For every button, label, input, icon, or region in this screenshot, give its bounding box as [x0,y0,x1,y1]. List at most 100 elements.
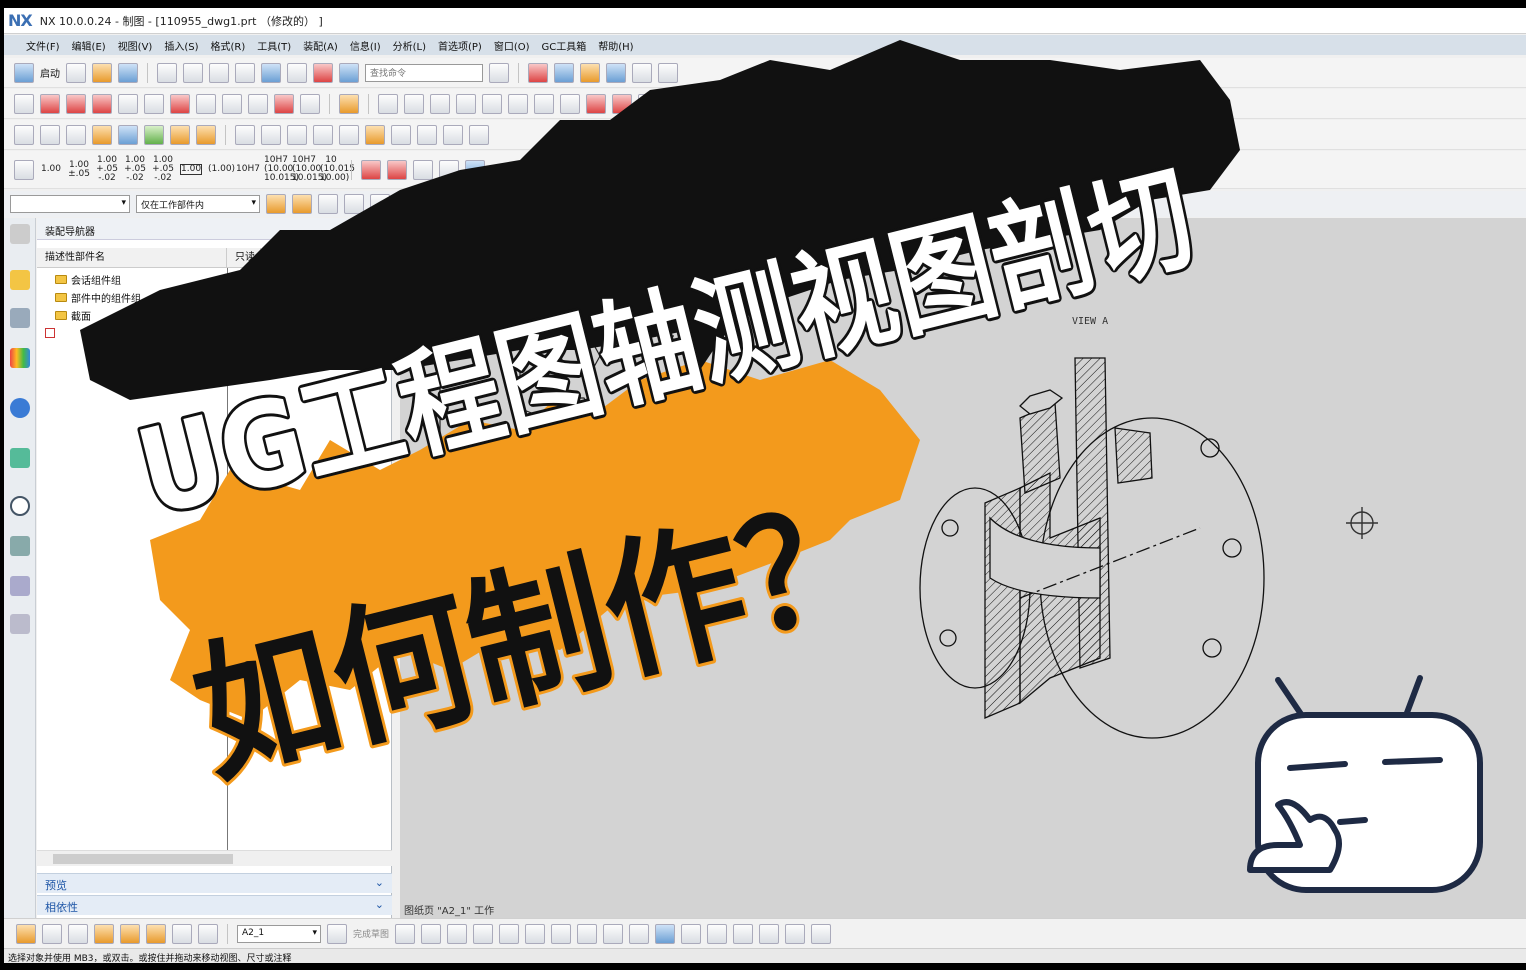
menu-analysis[interactable]: 分析(L) [393,38,426,53]
chamfer-icon[interactable] [525,923,546,944]
new-sheet-icon[interactable] [14,93,34,114]
menu-info[interactable]: 信息(I) [350,38,381,53]
tree-item-part-groups[interactable]: 部件中的组件组 [55,290,141,305]
feature-control-frame-icon[interactable] [404,93,424,114]
constraint-navigator-icon[interactable] [10,308,30,328]
column-read-only[interactable]: 只读 [227,247,261,268]
redo-icon[interactable] [287,62,307,83]
centerline-icon[interactable] [560,93,580,114]
select-all-icon[interactable] [318,194,338,214]
tolerance-limits[interactable]: 10 (10.015 10.00) [320,156,355,183]
origin-icon[interactable] [14,124,34,145]
menu-help[interactable]: 帮助(H) [598,38,633,53]
new-file-icon[interactable] [66,62,86,83]
menu-gc-toolbox[interactable]: GC工具箱 [542,38,587,53]
system-scenes-icon[interactable] [10,614,30,634]
constraint-icon[interactable] [196,124,216,145]
tolerance-reference[interactable]: (1.00) [208,165,235,174]
update-view-icon[interactable] [196,93,216,114]
info-icon[interactable] [10,398,30,418]
process-studio-icon[interactable] [10,536,30,556]
assembly-icon[interactable] [118,124,138,145]
diameter-icon[interactable] [413,159,433,180]
tree-item-session-groups[interactable]: 会话组件组 [55,272,121,287]
point-icon[interactable] [629,923,650,944]
constraint-sketch-icon[interactable] [811,923,832,944]
render-icon[interactable] [580,62,600,83]
grid-icon[interactable] [339,124,359,145]
datum-feature-icon[interactable] [430,93,450,114]
copy-icon[interactable] [183,62,203,83]
snap-mid-icon[interactable] [448,194,468,214]
image-icon[interactable] [664,93,684,114]
surface-finish-icon[interactable] [508,93,528,114]
scrollbar-thumb[interactable] [53,854,233,864]
menu-window[interactable]: 窗口(O) [494,38,530,53]
command-finder-icon[interactable] [339,62,359,83]
area-fill-icon[interactable] [612,93,632,114]
tolerance-unilateral-2[interactable]: 1.00 +.05 -.02 [152,156,174,183]
drawing-icon[interactable] [313,62,333,83]
reuse-library-icon[interactable] [10,448,30,468]
finish-sketch-icon[interactable] [327,923,347,944]
sheet-list-icon[interactable] [68,923,88,944]
menu-insert[interactable]: 插入(S) [164,38,198,53]
horizontal-scrollbar[interactable] [37,850,392,866]
preview-panel[interactable]: 预览 ⌄ [37,873,392,893]
stamp-icon[interactable] [313,124,333,145]
checkbox-icon[interactable] [45,328,55,338]
filter-icon[interactable] [266,194,286,214]
pattern-icon[interactable] [785,923,806,944]
column-part-name[interactable]: 描述性部件名 [37,247,227,268]
paste-icon[interactable] [209,62,229,83]
scope-select[interactable]: 仅在工作部件内 [136,195,260,213]
tolerance-basic[interactable]: 1.00 [180,164,202,175]
balloon-icon[interactable] [456,93,476,114]
parts-list-icon[interactable] [716,93,736,114]
type-filter-select[interactable] [10,195,130,213]
tolerance-fit-limits-2[interactable]: 10H7 (10.00 10.015) [292,156,327,183]
menu-preferences[interactable]: 首选项(P) [438,38,482,53]
dimension-icon[interactable] [339,93,359,114]
menu-view[interactable]: 视图(V) [118,38,153,53]
tolerance-unilateral-1[interactable]: 1.00 +.05 -.02 [124,156,146,183]
view-align-icon[interactable] [172,923,192,944]
tolerance-bilateral[interactable]: 1.00 +.05 -.02 [96,156,118,183]
view-boundary-icon[interactable] [170,93,190,114]
crosshair-icon[interactable] [638,93,658,114]
pictorial-section-icon[interactable] [300,93,320,114]
tolerance-none[interactable]: 1.00 [40,165,62,174]
fit-view-icon[interactable] [528,62,548,83]
leader-icon[interactable] [482,93,502,114]
text-style-icon[interactable] [387,159,407,180]
frame-icon[interactable] [417,124,437,145]
rectangle-icon[interactable] [551,923,572,944]
weld-symbol-icon[interactable] [534,93,554,114]
sheet-icon[interactable] [42,923,62,944]
title-block-icon[interactable] [287,124,307,145]
open-folder-icon[interactable] [92,62,112,83]
mirror-icon[interactable] [759,923,780,944]
break-view-icon[interactable] [144,93,164,114]
roles-icon[interactable] [10,576,30,596]
corner-icon[interactable] [733,923,754,944]
start-button[interactable]: 启动 [40,65,60,80]
search-icon[interactable] [489,62,509,83]
view-edit-icon[interactable] [146,923,166,944]
arc-icon[interactable] [447,923,468,944]
undo-icon[interactable] [261,62,281,83]
polygon-icon[interactable] [577,923,598,944]
column-modified[interactable]: 已... [261,247,291,268]
snap-point-icon[interactable] [396,194,416,214]
find-command-input[interactable] [365,63,483,82]
assembly-navigator-icon[interactable] [10,270,30,290]
no-diameter-icon[interactable] [439,159,459,180]
viewport-2-icon[interactable] [469,124,489,145]
sketch-icon[interactable] [16,923,36,944]
tree-item-sections[interactable]: 截面 [55,308,91,323]
trim-icon[interactable] [681,923,702,944]
sheet-select[interactable]: A2_1 [237,924,321,943]
associativity-icon[interactable] [391,124,411,145]
view-dependent-icon[interactable] [198,923,218,944]
dependencies-panel[interactable]: 相依性 ⌄ [37,895,392,915]
